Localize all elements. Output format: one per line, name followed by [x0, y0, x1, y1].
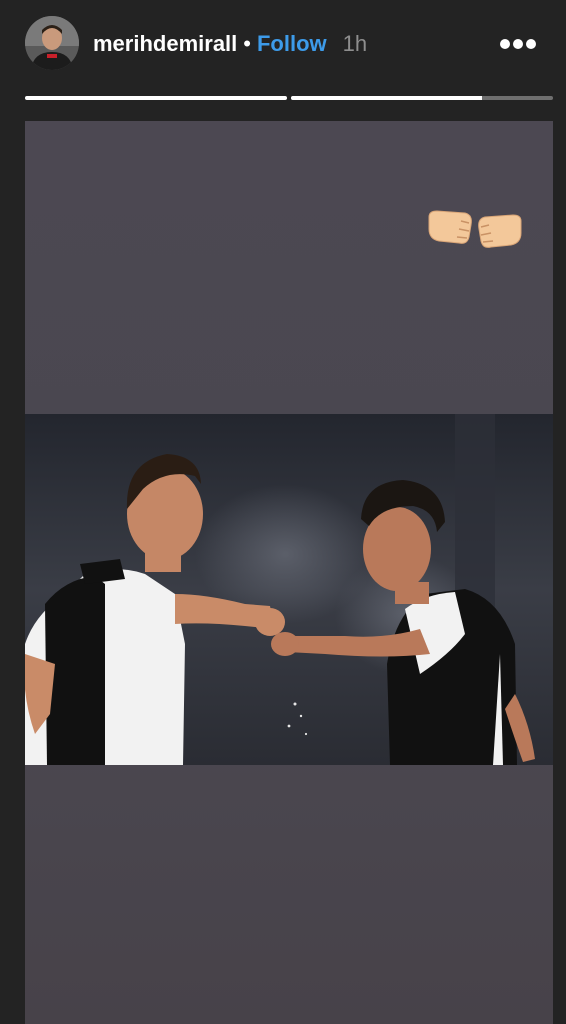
username[interactable]: merihdemirall: [93, 31, 237, 57]
avatar[interactable]: [25, 16, 79, 70]
more-options-icon[interactable]: [497, 34, 539, 54]
story-content[interactable]: [25, 121, 553, 1024]
fist-bump-icon: [425, 207, 525, 253]
fist-bump-photo: [25, 414, 553, 765]
username-row: merihdemirall • Follow 1h: [93, 28, 367, 60]
progress-segment-1: [25, 96, 287, 100]
story-photo: [25, 414, 553, 765]
post-time: 1h: [342, 31, 368, 56]
avatar-image: [25, 16, 79, 70]
separator-dot: •: [243, 31, 251, 56]
follow-button[interactable]: Follow: [257, 31, 327, 57]
story-header: merihdemirall • Follow 1h: [0, 0, 566, 100]
progress-fill-2: [291, 96, 483, 100]
story-viewer: merihdemirall • Follow 1h: [0, 0, 566, 1024]
progress-segment-2: [291, 96, 553, 100]
progress-fill-1: [25, 96, 287, 100]
